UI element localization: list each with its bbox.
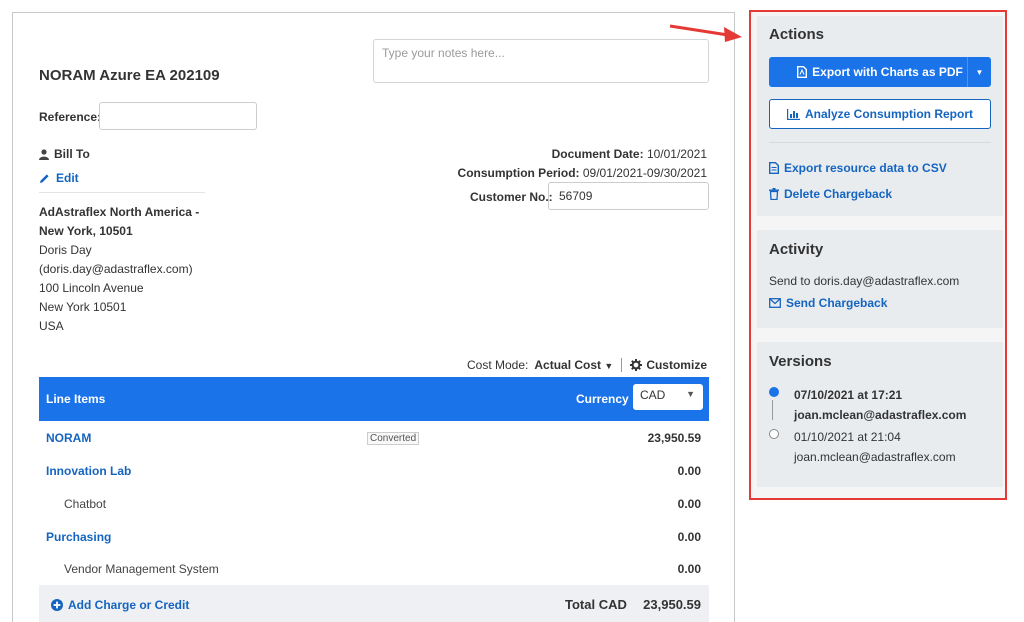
- gear-icon: [630, 359, 643, 371]
- converted-badge: Converted: [367, 432, 420, 445]
- reference-label: Reference:: [39, 110, 102, 124]
- line-item-row: Chatbot 0.00: [39, 487, 709, 520]
- line-item-name: Vendor Management System: [64, 562, 219, 576]
- customer-no-field[interactable]: 56709: [548, 182, 709, 210]
- analyze-report-label: Analyze Consumption Report: [804, 107, 973, 121]
- add-charge-button[interactable]: Add Charge or Credit: [51, 598, 189, 612]
- cost-mode-value: Actual Cost: [534, 358, 602, 372]
- cost-mode-label: Cost Mode:: [467, 358, 529, 372]
- export-pdf-label: Export with Charts as PDF: [812, 65, 963, 79]
- document-date-value: 10/01/2021: [646, 147, 707, 161]
- edit-button[interactable]: Edit: [39, 171, 79, 185]
- line-item-row: Purchasing 0.00: [39, 520, 709, 553]
- delete-chargeback-link[interactable]: Delete Chargeback: [769, 187, 892, 201]
- line-item-name: Chatbot: [64, 497, 107, 511]
- cost-mode-dropdown[interactable]: Actual Cost ▼: [534, 358, 613, 372]
- pencil-icon: [40, 173, 49, 183]
- reference-input[interactable]: [99, 102, 257, 130]
- plus-circle-icon: [51, 599, 63, 611]
- versions-card: Versions 07/10/2021 at 17:21 joan.mclean…: [757, 342, 1003, 487]
- bill-to-heading: Bill To: [39, 147, 90, 161]
- caret-down-icon: ▼: [686, 389, 695, 399]
- actions-title: Actions: [769, 26, 825, 43]
- chargeback-document: NORAM Azure EA 202109 Reference: Bill To…: [12, 12, 735, 622]
- envelope-icon: [769, 298, 781, 308]
- document-date-label: Document Date:: [551, 147, 644, 161]
- trash-icon: [769, 188, 779, 200]
- line-items-footer: Add Charge or Credit Total CAD 23,950.59: [39, 585, 709, 622]
- add-charge-label: Add Charge or Credit: [68, 598, 190, 612]
- page-title: NORAM Azure EA 202109: [39, 67, 220, 84]
- pdf-file-icon: [797, 66, 808, 78]
- consumption-period: Consumption Period: 09/01/2021-09/30/202…: [458, 166, 707, 180]
- currency-label: Currency: [576, 392, 629, 406]
- annotation-arrow: [669, 24, 742, 42]
- csv-file-icon: [769, 162, 779, 174]
- billing-address: AdAstraflex North America - New York, 10…: [39, 203, 219, 336]
- divider: [39, 192, 205, 193]
- line-item-name-link[interactable]: Innovation Lab: [46, 464, 131, 478]
- caret-down-icon: ▼: [975, 67, 984, 77]
- activity-title: Activity: [769, 241, 824, 258]
- line-item-amount: 0.00: [677, 464, 701, 478]
- export-options-dropdown[interactable]: ▼: [967, 57, 991, 87]
- line-item-amount: 0.00: [677, 497, 701, 511]
- consumption-period-label: Consumption Period:: [457, 166, 580, 180]
- city: New York 10501: [39, 300, 127, 314]
- line-items-label: Line Items: [46, 392, 106, 406]
- export-pdf-button[interactable]: Export with Charts as PDF ▼: [769, 57, 991, 87]
- document-date: Document Date: 10/01/2021: [552, 147, 707, 161]
- version-date: 07/10/2021 at 17:21: [794, 388, 903, 402]
- line-item-amount: 0.00: [677, 530, 701, 544]
- line-item-amount: 0.00: [677, 562, 701, 576]
- edit-label: Edit: [56, 171, 79, 185]
- line-item-name-link[interactable]: NORAM: [46, 431, 91, 445]
- notes-textarea[interactable]: [373, 39, 709, 83]
- line-items-header: Line Items Currency CAD ▼: [39, 377, 709, 421]
- versions-title: Versions: [769, 353, 832, 370]
- consumption-period-value: 09/01/2021-09/30/2021: [582, 166, 707, 180]
- company-name: AdAstraflex North America -: [39, 205, 200, 219]
- bar-chart-icon: [786, 108, 800, 120]
- customize-button[interactable]: Customize: [630, 358, 707, 372]
- currency-select[interactable]: CAD ▼: [633, 384, 703, 410]
- customer-no-label: Customer No.:: [470, 190, 553, 204]
- analyze-report-button[interactable]: Analyze Consumption Report: [769, 99, 991, 129]
- send-chargeback-label: Send Chargeback: [786, 296, 888, 310]
- line-item-row: Vendor Management System 0.00: [39, 552, 709, 585]
- export-csv-label: Export resource data to CSV: [784, 161, 947, 175]
- activity-card: Activity Send to doris.day@adastraflex.c…: [757, 230, 1003, 328]
- separator: [621, 358, 623, 372]
- line-item-amount: 23,950.59: [647, 431, 701, 445]
- contact-email: (doris.day@adastraflex.com): [39, 262, 193, 276]
- street: 100 Lincoln Avenue: [39, 281, 144, 295]
- version-date: 01/10/2021 at 21:04: [794, 430, 901, 444]
- version-dot: [769, 387, 779, 397]
- user-icon: [39, 148, 49, 160]
- export-csv-link[interactable]: Export resource data to CSV: [769, 161, 947, 175]
- currency-value: CAD: [640, 388, 666, 402]
- customize-label: Customize: [646, 358, 707, 372]
- send-chargeback-link[interactable]: Send Chargeback: [769, 296, 887, 310]
- version-dot: [769, 429, 779, 439]
- contact-name: Doris Day: [39, 243, 92, 257]
- divider: [769, 142, 991, 143]
- actions-sidebar: Actions Export with Charts as PDF ▼ Anal…: [749, 10, 1007, 500]
- version-timeline-line: [772, 400, 773, 420]
- line-item-name-link[interactable]: Purchasing: [46, 530, 111, 544]
- country: USA: [39, 319, 64, 333]
- total-value: 23,950.59: [643, 597, 701, 612]
- line-item-row: NORAM Converted 23,950.59: [39, 421, 709, 454]
- line-item-row: Innovation Lab 0.00: [39, 454, 709, 487]
- total-label: Total CAD: [565, 597, 627, 612]
- activity-text: Send to doris.day@adastraflex.com: [769, 274, 960, 288]
- delete-chargeback-label: Delete Chargeback: [784, 187, 893, 201]
- actions-card: Actions Export with Charts as PDF ▼ Anal…: [757, 16, 1003, 216]
- cost-mode-bar: Cost Mode: Actual Cost ▼ Customize: [467, 358, 707, 372]
- version-user: joan.mclean@adastraflex.com: [794, 450, 956, 464]
- company-name-line2: New York, 10501: [39, 224, 133, 238]
- caret-down-icon: ▼: [604, 361, 614, 371]
- bill-to-label: Bill To: [54, 147, 90, 161]
- version-user: joan.mclean@adastraflex.com: [794, 408, 967, 422]
